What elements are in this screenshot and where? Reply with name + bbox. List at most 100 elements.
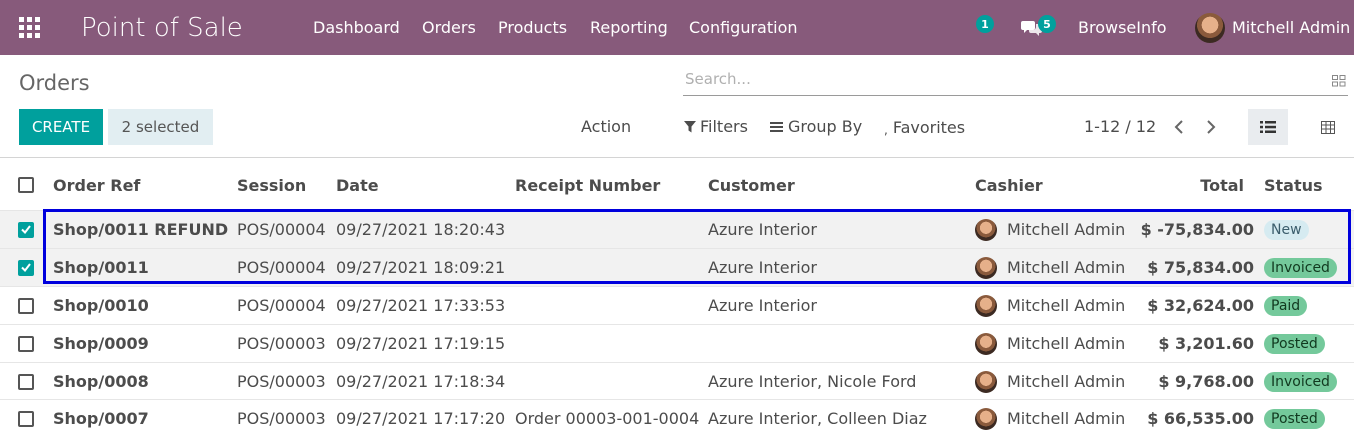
cashier: Mitchell Admin bbox=[975, 400, 1125, 437]
order-total: $ 66,535.00 bbox=[1147, 409, 1254, 428]
checkmark-icon bbox=[21, 263, 31, 272]
table-row[interactable]: Shop/0011 REFUND POS/00004 09/27/2021 18:2… bbox=[0, 210, 1354, 248]
top-navbar: Point of Sale Dashboard Orders Products … bbox=[0, 0, 1354, 55]
column-cashier[interactable]: Cashier bbox=[975, 165, 1043, 205]
group-by-label: Group By bbox=[788, 117, 863, 136]
pivot-view-icon[interactable] bbox=[1308, 109, 1348, 145]
cashier: Mitchell Admin bbox=[975, 211, 1125, 248]
cashier-avatar bbox=[975, 294, 997, 317]
order-total: $ 75,834.00 bbox=[1147, 258, 1254, 277]
column-status[interactable]: Status bbox=[1264, 165, 1323, 205]
pager-value[interactable]: 1-12 / 12 bbox=[1084, 117, 1156, 136]
order-ref: Shop/0009 bbox=[53, 334, 149, 353]
create-button[interactable]: CREATE bbox=[19, 109, 103, 145]
pager-next-icon[interactable] bbox=[1191, 109, 1231, 145]
row-checkbox[interactable] bbox=[18, 363, 34, 400]
activity-count-badge[interactable]: 1 bbox=[976, 15, 994, 33]
table-row[interactable]: Shop/0008 POS/00003 09/27/2021 17:18:34 Azu… bbox=[0, 362, 1354, 400]
cashier-name: Mitchell Admin bbox=[1007, 372, 1126, 391]
customer: Azure Interior, Nicole Ford bbox=[708, 372, 917, 391]
table-row[interactable]: Shop/0011 POS/00004 09/27/2021 18:09:21 Azu… bbox=[0, 248, 1354, 286]
session: POS/00004 bbox=[237, 220, 326, 239]
column-date[interactable]: Date bbox=[336, 165, 379, 205]
order-total: $ -75,834.00 bbox=[1140, 220, 1254, 239]
menu-orders[interactable]: Orders bbox=[422, 0, 476, 55]
app-title[interactable]: Point of Sale bbox=[81, 0, 243, 55]
cashier-name: Mitchell Admin bbox=[1007, 409, 1126, 428]
row-checkbox[interactable] bbox=[18, 287, 34, 324]
search-options-icon[interactable] bbox=[1332, 72, 1346, 91]
column-order-ref[interactable]: Order Ref bbox=[53, 165, 140, 205]
status-badge: Posted bbox=[1264, 333, 1325, 354]
status-badge: Posted bbox=[1264, 408, 1325, 429]
group-by-icon bbox=[770, 121, 783, 133]
status-badge: Paid bbox=[1264, 295, 1308, 316]
group-by-dropdown[interactable]: Group By bbox=[770, 117, 862, 136]
status-cell: Posted bbox=[1264, 325, 1325, 362]
action-label: Action bbox=[581, 117, 632, 136]
order-date: 09/27/2021 17:19:15 bbox=[336, 334, 506, 353]
column-total[interactable]: Total bbox=[1143, 165, 1244, 205]
user-avatar[interactable] bbox=[1195, 0, 1225, 55]
customer: Azure Interior bbox=[708, 258, 818, 277]
cashier: Mitchell Admin bbox=[975, 287, 1125, 324]
action-dropdown[interactable]: Action bbox=[581, 117, 631, 136]
row-checkbox[interactable] bbox=[18, 249, 34, 286]
status-cell: New bbox=[1264, 211, 1309, 248]
cashier: Mitchell Admin bbox=[975, 249, 1125, 286]
menu-configuration[interactable]: Configuration bbox=[689, 0, 798, 55]
status-badge: Invoiced bbox=[1264, 257, 1337, 278]
order-date: 09/27/2021 17:17:20 bbox=[336, 409, 506, 428]
favorites-label: Favorites bbox=[892, 117, 966, 137]
table-header: Order Ref Session Date Receipt Number Cu… bbox=[0, 165, 1354, 205]
apps-menu-icon[interactable] bbox=[19, 0, 41, 55]
search-input[interactable] bbox=[685, 70, 1285, 88]
status-cell: Posted bbox=[1264, 400, 1325, 437]
cashier-avatar bbox=[975, 332, 997, 355]
menu-dashboard[interactable]: Dashboard bbox=[313, 0, 400, 55]
row-checkbox[interactable] bbox=[18, 325, 34, 362]
favorites-dropdown[interactable]: , Favorites bbox=[884, 117, 966, 138]
cashier-avatar bbox=[975, 407, 997, 430]
order-ref: Shop/0007 bbox=[53, 409, 149, 428]
table-row[interactable]: Shop/0010 POS/00004 09/27/2021 17:33:53 Azu… bbox=[0, 286, 1354, 324]
session: POS/00003 bbox=[237, 372, 326, 391]
selection-counter: 2 selected bbox=[108, 109, 213, 145]
customer: Azure Interior, Colleen Diaz bbox=[708, 409, 927, 428]
menu-reporting[interactable]: Reporting bbox=[590, 0, 668, 55]
order-date: 09/27/2021 18:09:21 bbox=[336, 258, 506, 277]
favorites-icon: , bbox=[884, 123, 888, 137]
status-cell: Invoiced bbox=[1264, 249, 1337, 286]
column-session[interactable]: Session bbox=[237, 165, 306, 205]
order-date: 09/27/2021 17:33:53 bbox=[336, 296, 506, 315]
table-row[interactable]: Shop/0007 POS/00003 09/27/2021 17:17:20 Ord… bbox=[0, 399, 1354, 437]
session: POS/00004 bbox=[237, 258, 326, 277]
user-menu[interactable]: Mitchell Admin bbox=[1232, 0, 1350, 55]
cashier: Mitchell Admin bbox=[975, 325, 1125, 362]
status-cell: Invoiced bbox=[1264, 363, 1337, 400]
select-all-checkbox[interactable] bbox=[18, 165, 34, 205]
column-customer[interactable]: Customer bbox=[708, 165, 795, 205]
order-ref: Shop/0011 bbox=[53, 258, 149, 277]
order-total: $ 32,624.00 bbox=[1147, 296, 1254, 315]
session: POS/00003 bbox=[237, 334, 326, 353]
list-view-icon[interactable] bbox=[1248, 109, 1288, 145]
filters-dropdown[interactable]: Filters bbox=[684, 117, 748, 136]
receipt-number: Order 00003-001-0004 bbox=[515, 409, 700, 428]
row-checkbox[interactable] bbox=[18, 400, 34, 437]
status-cell: Paid bbox=[1264, 287, 1308, 324]
customer: Azure Interior bbox=[708, 296, 818, 315]
search-bar bbox=[683, 66, 1348, 96]
session: POS/00004 bbox=[237, 296, 326, 315]
customer: Azure Interior bbox=[708, 220, 818, 239]
breadcrumb: Orders bbox=[19, 71, 90, 95]
row-checkbox[interactable] bbox=[18, 211, 34, 248]
cashier-name: Mitchell Admin bbox=[1007, 220, 1126, 239]
messages-count-badge[interactable]: 5 bbox=[1038, 15, 1056, 33]
company-switcher[interactable]: BrowseInfo bbox=[1078, 0, 1167, 55]
column-receipt-number[interactable]: Receipt Number bbox=[515, 165, 660, 205]
order-ref: Shop/0011 REFUND bbox=[53, 220, 229, 239]
order-date: 09/27/2021 17:18:34 bbox=[336, 372, 506, 391]
table-row[interactable]: Shop/0009 POS/00003 09/27/2021 17:19:15 Mit… bbox=[0, 324, 1354, 362]
menu-products[interactable]: Products bbox=[498, 0, 567, 55]
